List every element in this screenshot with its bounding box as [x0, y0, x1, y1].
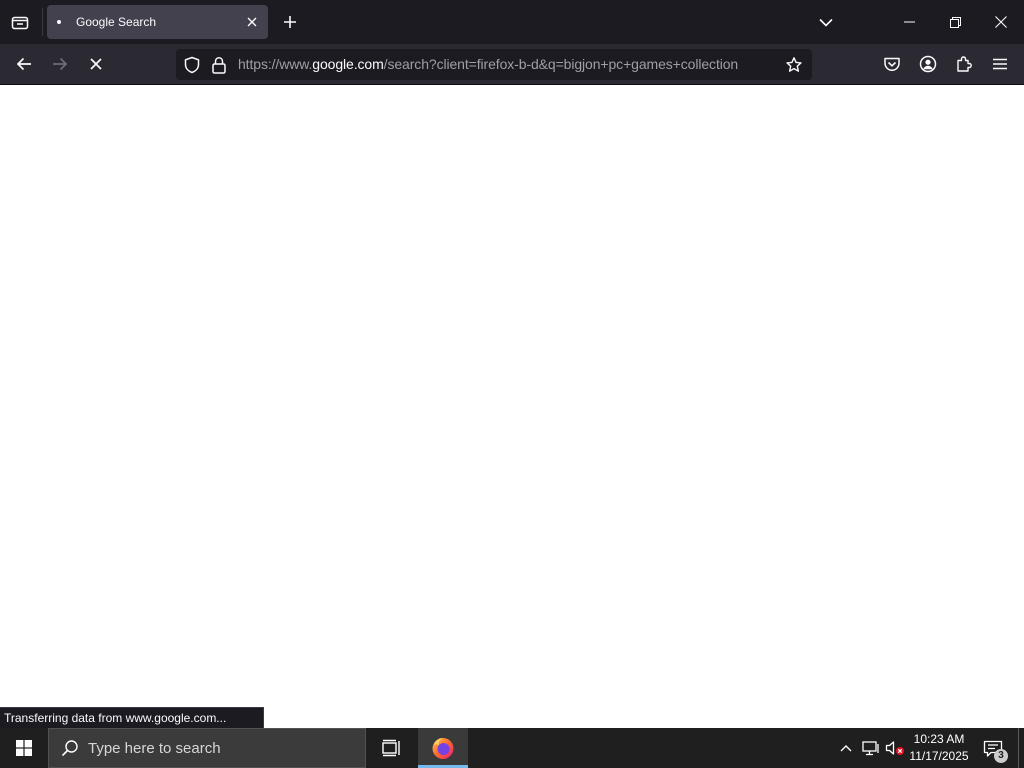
back-arrow-icon — [16, 57, 32, 71]
chevron-up-icon — [840, 744, 852, 752]
clock-date: 11/17/2025 — [909, 749, 969, 763]
stop-icon — [90, 58, 102, 70]
url-scheme: https://www. — [238, 56, 313, 72]
extensions-button[interactable] — [949, 50, 979, 78]
account-button[interactable] — [913, 50, 943, 78]
back-button[interactable] — [9, 50, 39, 78]
hamburger-menu-icon — [992, 57, 1008, 71]
address-bar[interactable]: https://www.google.com/search?client=fir… — [176, 49, 812, 80]
notification-count-badge: 3 — [994, 749, 1008, 763]
taskbar: Type here to search 10:23 AM 11/17/2025 … — [0, 728, 1024, 768]
task-view-icon — [382, 739, 402, 757]
tab-list-button[interactable] — [6, 8, 34, 36]
show-desktop-button[interactable] — [1018, 728, 1024, 768]
close-icon — [247, 17, 257, 27]
notification-center-button[interactable]: 3 — [978, 734, 1008, 764]
page-content[interactable] — [0, 85, 1024, 728]
chevron-down-icon — [819, 18, 833, 27]
forward-button[interactable] — [45, 50, 75, 78]
network-icon — [862, 740, 880, 756]
tab-title: Google Search — [76, 15, 157, 29]
clock-time: 10:23 AM — [913, 732, 965, 746]
volume-muted-icon — [885, 740, 905, 756]
restore-button[interactable] — [932, 0, 978, 44]
status-panel: Transferring data from www.google.com... — [0, 707, 264, 728]
network-button[interactable] — [860, 738, 882, 758]
url-text[interactable]: https://www.google.com/search?client=fir… — [238, 56, 738, 72]
minimize-icon — [903, 21, 915, 23]
bookmark-button[interactable] — [784, 55, 804, 75]
taskbar-search-box[interactable]: Type here to search — [48, 728, 366, 768]
tab-list-icon — [11, 14, 29, 30]
close-icon — [995, 16, 1007, 28]
windows-start-icon — [16, 740, 32, 756]
firefox-taskbar-button[interactable] — [418, 728, 468, 768]
navigation-toolbar: https://www.google.com/search?client=fir… — [0, 44, 1024, 85]
account-icon — [919, 55, 937, 73]
clock[interactable]: 10:23 AM 11/17/2025 — [906, 731, 972, 767]
tab-close-button[interactable] — [243, 13, 261, 31]
url-host: google.com — [312, 56, 384, 72]
extensions-icon — [955, 55, 973, 73]
start-button[interactable] — [0, 728, 48, 768]
minimize-button[interactable] — [886, 0, 932, 44]
pocket-icon — [883, 56, 901, 72]
lock-icon[interactable] — [211, 56, 227, 74]
stop-loading-button[interactable] — [81, 50, 111, 78]
url-path: /search?client=firefox-b-d&q=bigjon+pc+g… — [383, 56, 739, 72]
tab-separator — [42, 8, 43, 36]
loading-dot-icon — [57, 20, 61, 24]
show-hidden-icons-button[interactable] — [836, 738, 856, 758]
firefox-icon — [431, 736, 455, 760]
active-tab[interactable]: Google Search — [47, 5, 268, 39]
list-all-tabs-button[interactable] — [813, 9, 839, 35]
forward-arrow-icon — [52, 57, 68, 71]
open-menu-button[interactable] — [985, 50, 1015, 78]
star-icon — [785, 56, 803, 74]
pocket-button[interactable] — [877, 50, 907, 78]
volume-button[interactable] — [884, 738, 906, 758]
plus-icon — [283, 15, 297, 29]
tab-strip: Google Search — [0, 0, 1024, 44]
task-view-button[interactable] — [370, 728, 414, 768]
window-close-button[interactable] — [978, 0, 1024, 44]
search-placeholder: Type here to search — [88, 740, 221, 757]
restore-icon — [949, 16, 961, 28]
new-tab-button[interactable] — [278, 9, 302, 35]
search-icon — [61, 739, 79, 757]
shield-icon[interactable] — [183, 56, 201, 74]
